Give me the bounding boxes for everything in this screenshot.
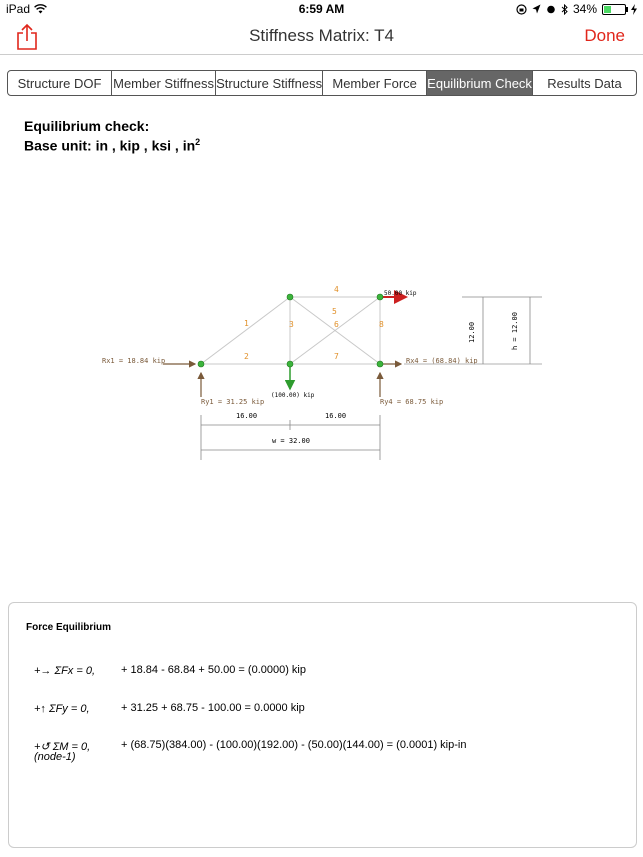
member-label-8: 8 bbox=[379, 320, 384, 329]
truss-members bbox=[200, 296, 381, 365]
rx1-label: Rx1 = 18.84 kip bbox=[102, 357, 165, 365]
member-label-7: 7 bbox=[334, 352, 339, 361]
member-label-3: 3 bbox=[289, 320, 294, 329]
m-sublabel: (node-1) bbox=[34, 751, 76, 763]
battery-percent: 34% bbox=[572, 2, 597, 16]
truss-diagram: 1 2 3 4 5 6 7 8 50.00 kip (100.00) kip R… bbox=[102, 285, 542, 460]
tab-equilibrium-check[interactable]: Equilibrium Check bbox=[427, 71, 533, 95]
dimension-lines bbox=[200, 296, 542, 460]
dim-height-left-label: 12.00 bbox=[468, 322, 476, 343]
member-label-2: 2 bbox=[244, 352, 249, 361]
node-3 bbox=[286, 293, 294, 301]
node-5 bbox=[376, 293, 384, 301]
dim-span-2: 16.00 bbox=[325, 412, 346, 420]
m-value: + (68.75)(384.00) - (100.00)(192.00) - (… bbox=[121, 739, 467, 751]
tab-structure-stiffness[interactable]: Structure Stiffness bbox=[216, 71, 324, 95]
fy-label: +↑ ΣFy = 0, bbox=[34, 703, 90, 715]
unit-text: Base unit: in , kip , ksi , in bbox=[24, 137, 196, 154]
member-label-6: 6 bbox=[334, 320, 339, 329]
tab-results-data[interactable]: Results Data bbox=[533, 71, 636, 95]
node-4 bbox=[376, 360, 384, 368]
heading-line-1: Equilibrium check: bbox=[24, 118, 150, 134]
node-2 bbox=[286, 360, 294, 368]
dim-width: w = 32.00 bbox=[272, 437, 310, 445]
ry1-label: Ry1 = 31.25 kip bbox=[201, 398, 264, 406]
node-1 bbox=[197, 360, 205, 368]
dim-height-right-label: h = 12.00 bbox=[511, 312, 519, 350]
status-right: 34% bbox=[516, 2, 637, 16]
fx-value: + 18.84 - 68.84 + 50.00 = (0.0000) kip bbox=[121, 664, 306, 676]
status-bar: iPad 6:59 AM 34% bbox=[0, 0, 643, 18]
navigation-bar: Stiffness Matrix: T4 Done bbox=[0, 18, 643, 55]
heading-line-2: Base unit: in , kip , ksi , in2 bbox=[24, 134, 200, 154]
tab-structure-dof[interactable]: Structure DOF bbox=[8, 71, 113, 95]
orientation-lock-icon bbox=[516, 3, 527, 15]
tab-bar: Structure DOF Member Stiffness Structure… bbox=[7, 70, 637, 96]
section-heading: Equilibrium check: Base unit: in , kip ,… bbox=[24, 118, 200, 154]
battery-icon bbox=[602, 3, 628, 15]
force-equilibrium-panel: Force Equilibrium +→ ΣFx = 0, + 18.84 - … bbox=[8, 602, 637, 848]
panel-title: Force Equilibrium bbox=[26, 622, 112, 633]
load-top-label: 50.00 kip bbox=[384, 290, 417, 297]
member-label-5: 5 bbox=[332, 307, 337, 316]
tab-member-force[interactable]: Member Force bbox=[323, 71, 428, 95]
fy-value: + 31.25 + 68.75 - 100.00 = 0.0000 kip bbox=[121, 702, 305, 714]
page-title: Stiffness Matrix: T4 bbox=[249, 26, 394, 45]
tab-member-stiffness[interactable]: Member Stiffness bbox=[112, 71, 217, 95]
ry4-label: Ry4 = 68.75 kip bbox=[380, 398, 443, 406]
unit-superscript: 2 bbox=[195, 137, 201, 147]
alarm-icon bbox=[547, 5, 555, 14]
member-label-4: 4 bbox=[334, 285, 339, 294]
charging-icon bbox=[631, 3, 637, 15]
location-icon bbox=[532, 4, 541, 14]
bluetooth-icon bbox=[561, 3, 568, 15]
done-button[interactable]: Done bbox=[584, 26, 625, 46]
load-bottom-label: (100.00) kip bbox=[271, 392, 315, 399]
member-label-1: 1 bbox=[244, 319, 249, 328]
fx-label: +→ ΣFx = 0, bbox=[34, 665, 96, 677]
dim-span-1: 16.00 bbox=[236, 412, 257, 420]
